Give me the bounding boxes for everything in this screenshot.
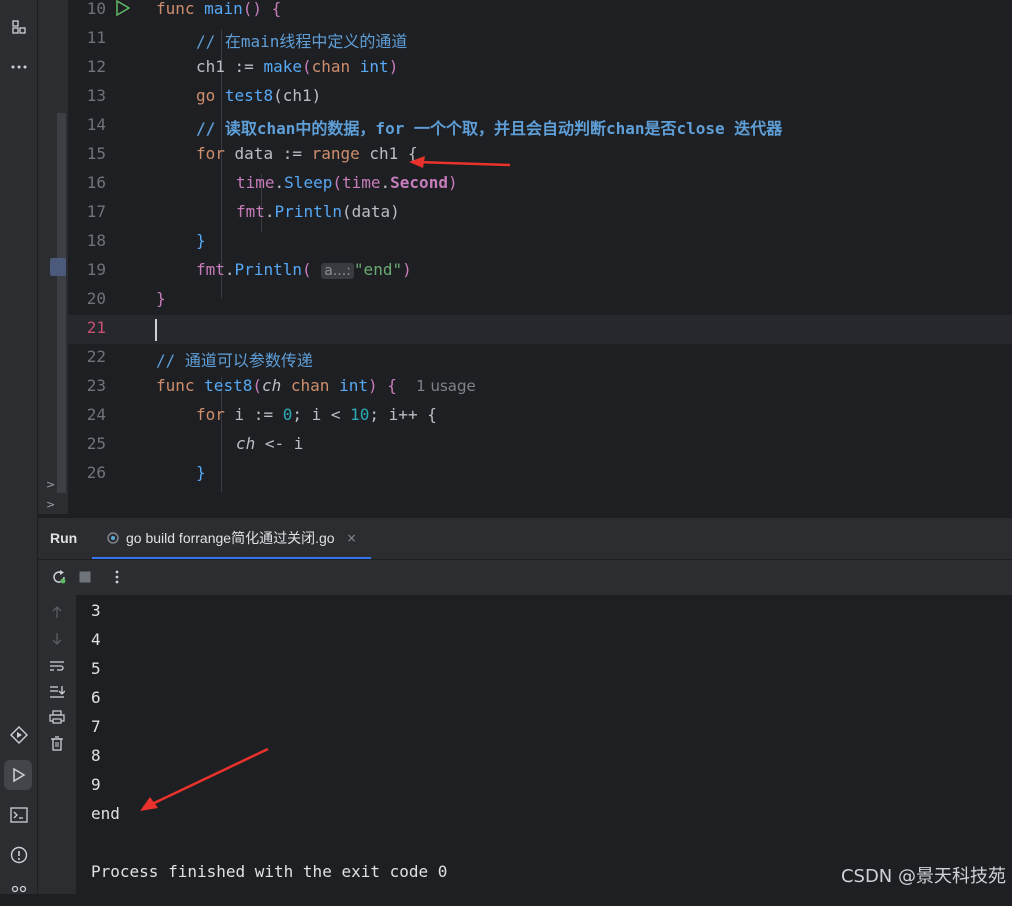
close-icon[interactable]: × xyxy=(347,531,357,545)
services-icon[interactable] xyxy=(0,720,37,750)
project-tree-selected-item[interactable] xyxy=(50,258,66,276)
watermark: CSDN @景天科技苑 xyxy=(840,866,1006,887)
code-line: 20 } xyxy=(86,289,166,308)
code-editor[interactable]: 10 func main() { 11 // 在main线程中定义的通道 12 … xyxy=(68,0,1012,492)
go-build-icon xyxy=(107,531,119,544)
run-tool-icon[interactable] xyxy=(4,760,32,790)
code-line: 17 fmt.Println(data) xyxy=(86,202,400,221)
console-line: 8 xyxy=(91,746,101,765)
arrow-up-icon[interactable] xyxy=(48,603,66,621)
console-side-toolbar xyxy=(38,595,76,894)
parameter-hint: a...: xyxy=(321,263,354,279)
run-panel-header: Run go build forrange简化通过关闭.go × xyxy=(38,518,1012,560)
code-line: 13 go test8(ch1) xyxy=(86,86,322,105)
code-line: 11 // 在main线程中定义的通道 xyxy=(86,28,408,51)
code-line: 15 for data := range ch1 { xyxy=(86,144,418,163)
code-line: 19 fmt.Println( a...: "end") xyxy=(86,260,412,279)
more-options-icon[interactable] xyxy=(108,568,126,586)
code-line: 22 // 通道可以参数传递 xyxy=(86,347,313,370)
code-line: 14 // 读取chan中的数据，for 一个个取，并且会自动判断chan是否c… xyxy=(86,115,783,138)
console-line: 7 xyxy=(91,717,101,736)
activity-bar xyxy=(0,0,38,894)
text-cursor xyxy=(155,319,157,341)
chevron-right-icon[interactable]: > xyxy=(46,478,55,491)
console-line: 6 xyxy=(91,688,101,707)
code-line: 18 } xyxy=(86,231,206,250)
code-line: 10 func main() { xyxy=(68,0,1012,25)
run-panel-title: Run xyxy=(50,530,78,546)
console-line: 3 xyxy=(91,601,101,620)
print-icon[interactable] xyxy=(48,708,66,726)
code-line: 23 func test8(ch chan int) { 1 usage xyxy=(86,376,476,395)
usage-hint[interactable]: 1 usage xyxy=(416,377,476,395)
scroll-to-end-icon[interactable] xyxy=(48,683,66,701)
rerun-icon[interactable] xyxy=(50,568,68,586)
stop-icon[interactable] xyxy=(76,568,94,586)
run-gutter-icon[interactable] xyxy=(114,0,131,20)
console-line: 5 xyxy=(91,659,101,678)
code-line: 25 ch <- i xyxy=(86,434,304,453)
console-line: end xyxy=(91,804,120,823)
terminal-icon[interactable] xyxy=(0,800,37,830)
more-icon[interactable] xyxy=(0,52,37,82)
problems-icon[interactable] xyxy=(0,840,37,870)
run-tab-label: go build forrange简化通过关闭.go xyxy=(126,529,335,546)
code-line: 12 ch1 := make(chan int) xyxy=(86,57,399,76)
run-config-tab[interactable]: go build forrange简化通过关闭.go × xyxy=(92,518,371,559)
line-number: 10 xyxy=(86,0,106,18)
trash-icon[interactable] xyxy=(48,734,66,752)
code-line: 26 } xyxy=(86,463,206,482)
console-exit-line: Process finished with the exit code 0 xyxy=(91,862,448,881)
git-icon[interactable] xyxy=(0,876,37,906)
project-tree-scrollbar[interactable] xyxy=(57,113,66,493)
soft-wrap-icon[interactable] xyxy=(48,657,66,675)
console-output[interactable]: 3 4 5 6 7 8 9 end Process finished with … xyxy=(76,595,1012,894)
console-line: 4 xyxy=(91,630,101,649)
console-line: 9 xyxy=(91,775,101,794)
code-line-current: 21 xyxy=(68,315,1012,344)
run-toolbar xyxy=(38,560,1012,596)
arrow-down-icon[interactable] xyxy=(48,630,66,648)
structure-icon[interactable] xyxy=(0,12,37,42)
chevron-right-icon[interactable]: > xyxy=(46,498,55,511)
code-line: 24 for i := 0; i < 10; i++ { xyxy=(86,405,437,424)
code-line: 16 time.Sleep(time.Second) xyxy=(86,173,458,192)
